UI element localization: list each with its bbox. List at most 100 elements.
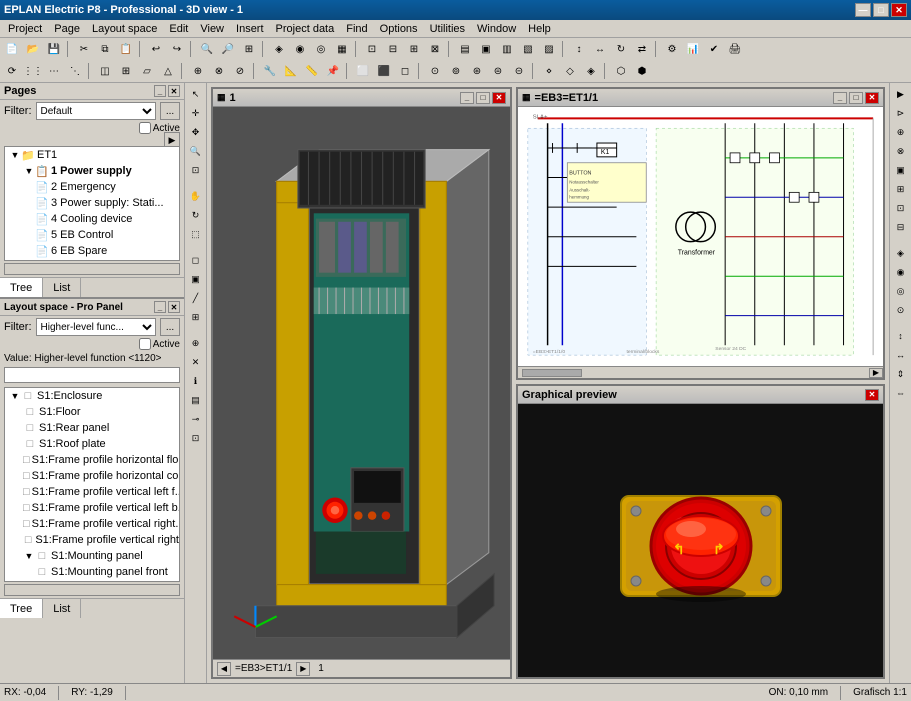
side-move[interactable]: ✥	[187, 123, 205, 141]
schematic-hscroll[interactable]: ▶	[518, 366, 883, 378]
side-select[interactable]: ◻	[187, 251, 205, 269]
tb-b2[interactable]: ◉	[290, 40, 310, 58]
rside-b3[interactable]: ⊕	[892, 123, 910, 141]
rside-b15[interactable]: ⇕	[892, 365, 910, 383]
tb-copy[interactable]: ⧉	[95, 40, 115, 58]
layout-tree-fpvlb[interactable]: □ S1:Frame profile vertical left b...	[5, 500, 179, 516]
rside-b12[interactable]: ⊙	[892, 301, 910, 319]
layout-tree-fpvr2[interactable]: □ S1:Frame profile vertical right	[5, 532, 179, 548]
tb2-b11[interactable]: ⊘	[230, 62, 250, 80]
tab-tree-pages[interactable]: Tree	[0, 278, 43, 297]
tb-b8[interactable]: ⊠	[425, 40, 445, 58]
tb-open[interactable]: 📂	[23, 40, 43, 58]
rside-b6[interactable]: ⊞	[892, 180, 910, 198]
tb2-b5[interactable]: ◫	[95, 62, 115, 80]
tb2-b15[interactable]: 📌	[323, 62, 343, 80]
tb2-b13[interactable]: 📐	[281, 62, 301, 80]
tree-item-eb-control[interactable]: 📄 5 EB Control	[5, 227, 179, 243]
tb-b6[interactable]: ⊟	[383, 40, 403, 58]
menu-view[interactable]: View	[194, 22, 230, 36]
tab-tree-layout[interactable]: Tree	[0, 599, 43, 618]
schematic-scroll-thumb[interactable]	[522, 369, 582, 377]
side-zoom-rect[interactable]: ⊡	[187, 161, 205, 179]
tb2-b8[interactable]: △	[158, 62, 178, 80]
layout-tree-mpf[interactable]: □ S1:Mounting panel front	[5, 564, 179, 580]
tb-b14[interactable]: ↕	[569, 40, 589, 58]
rside-b8[interactable]: ⊟	[892, 218, 910, 236]
rside-b1[interactable]: ▶	[892, 85, 910, 103]
menu-utilities[interactable]: Utilities	[424, 22, 471, 36]
menu-window[interactable]: Window	[471, 22, 522, 36]
side-dim[interactable]: ⊞	[187, 308, 205, 326]
menu-layout-space[interactable]: Layout space	[86, 22, 163, 36]
tb2-b14[interactable]: 📏	[302, 62, 322, 80]
pages-close-btn[interactable]: ✕	[168, 85, 180, 97]
side-line[interactable]: ╱	[187, 289, 205, 307]
menu-project[interactable]: Project	[2, 22, 48, 36]
tb2-b21[interactable]: ⊛	[467, 62, 487, 80]
layout-tree-fph1[interactable]: □ S1:Frame profile horizontal flo...	[5, 452, 179, 468]
tb-b11[interactable]: ▥	[497, 40, 517, 58]
layout-tree-enclosure[interactable]: ▼ □ S1:Enclosure	[5, 388, 179, 404]
tb-paste[interactable]: 📋	[116, 40, 136, 58]
side-crosshair[interactable]: ✛	[187, 104, 205, 122]
layout-tree-mp[interactable]: ▼ □ S1:Mounting panel	[5, 548, 179, 564]
layout-tree-roof[interactable]: □ S1:Roof plate	[5, 436, 179, 452]
rside-b9[interactable]: ◈	[892, 244, 910, 262]
layout-close-btn[interactable]: ✕	[168, 301, 180, 313]
tb-b13[interactable]: ▨	[539, 40, 559, 58]
side-pan[interactable]: ✋	[187, 187, 205, 205]
side-wire[interactable]: ⊸	[187, 410, 205, 428]
layout-filter-btn[interactable]: ...	[160, 318, 180, 336]
pages-filter-btn[interactable]: ...	[160, 102, 180, 120]
tb-mirror[interactable]: ⇄	[632, 40, 652, 58]
tb2-b6[interactable]: ⊞	[116, 62, 136, 80]
pages-hscroll[interactable]	[4, 263, 180, 275]
side-3d-view[interactable]: ⬚	[187, 225, 205, 243]
rside-b11[interactable]: ◎	[892, 282, 910, 300]
tb-prop[interactable]: ⚙	[662, 40, 682, 58]
tb2-b26[interactable]: ◈	[581, 62, 601, 80]
view-3d-close[interactable]: ✕	[492, 92, 506, 104]
menu-options[interactable]: Options	[374, 22, 424, 36]
rside-b16[interactable]: ⇔	[892, 384, 910, 402]
tb-b4[interactable]: ▦	[332, 40, 352, 58]
minimize-button[interactable]: —	[855, 3, 871, 17]
tb-report[interactable]: 📊	[683, 40, 703, 58]
rside-b5[interactable]: ▣	[892, 161, 910, 179]
tb-undo[interactable]: ↩	[146, 40, 166, 58]
schematic-minimize[interactable]: _	[833, 92, 847, 104]
tb2-b22[interactable]: ⊜	[488, 62, 508, 80]
view-3d-maximize[interactable]: □	[476, 92, 490, 104]
tree-item-ab-control[interactable]: 📄 7 AB Control	[5, 259, 179, 261]
tab-list-pages[interactable]: List	[43, 278, 81, 297]
side-arrow[interactable]: ↖	[187, 85, 205, 103]
tb2-b25[interactable]: ◇	[560, 62, 580, 80]
side-delete[interactable]: ✕	[187, 353, 205, 371]
close-button[interactable]: ✕	[891, 3, 907, 17]
tb2-b3[interactable]: ⋯	[44, 62, 64, 80]
tree-item-eb-spare[interactable]: 📄 6 EB Spare	[5, 243, 179, 259]
tb-redo[interactable]: ↪	[167, 40, 187, 58]
rside-b13[interactable]: ↕	[892, 327, 910, 345]
view-3d-minimize[interactable]: _	[460, 92, 474, 104]
layout-tree-floor[interactable]: □ S1:Floor	[5, 404, 179, 420]
layout-tree-fpvlf[interactable]: □ S1:Frame profile vertical left f...	[5, 484, 179, 500]
side-rotate[interactable]: ↻	[187, 206, 205, 224]
tb-zoom-in[interactable]: 🔍	[197, 40, 217, 58]
pages-filter-select[interactable]: Default	[36, 102, 157, 120]
tb-b15[interactable]: ↔	[590, 40, 610, 58]
side-component[interactable]: ⊡	[187, 429, 205, 447]
maximize-button[interactable]: □	[873, 3, 889, 17]
side-insert[interactable]: ⊕	[187, 334, 205, 352]
tree-item-emergency[interactable]: 📄 2 Emergency	[5, 179, 179, 195]
menu-page[interactable]: Page	[48, 22, 86, 36]
tb2-b7[interactable]: ▱	[137, 62, 157, 80]
menu-find[interactable]: Find	[340, 22, 373, 36]
tb2-b20[interactable]: ⊚	[446, 62, 466, 80]
tb2-b28[interactable]: ⬢	[632, 62, 652, 80]
tb2-b17[interactable]: ⬛	[374, 62, 394, 80]
tb-b10[interactable]: ▣	[476, 40, 496, 58]
side-zoom[interactable]: 🔍	[187, 142, 205, 160]
tab-list-layout[interactable]: List	[43, 599, 81, 618]
